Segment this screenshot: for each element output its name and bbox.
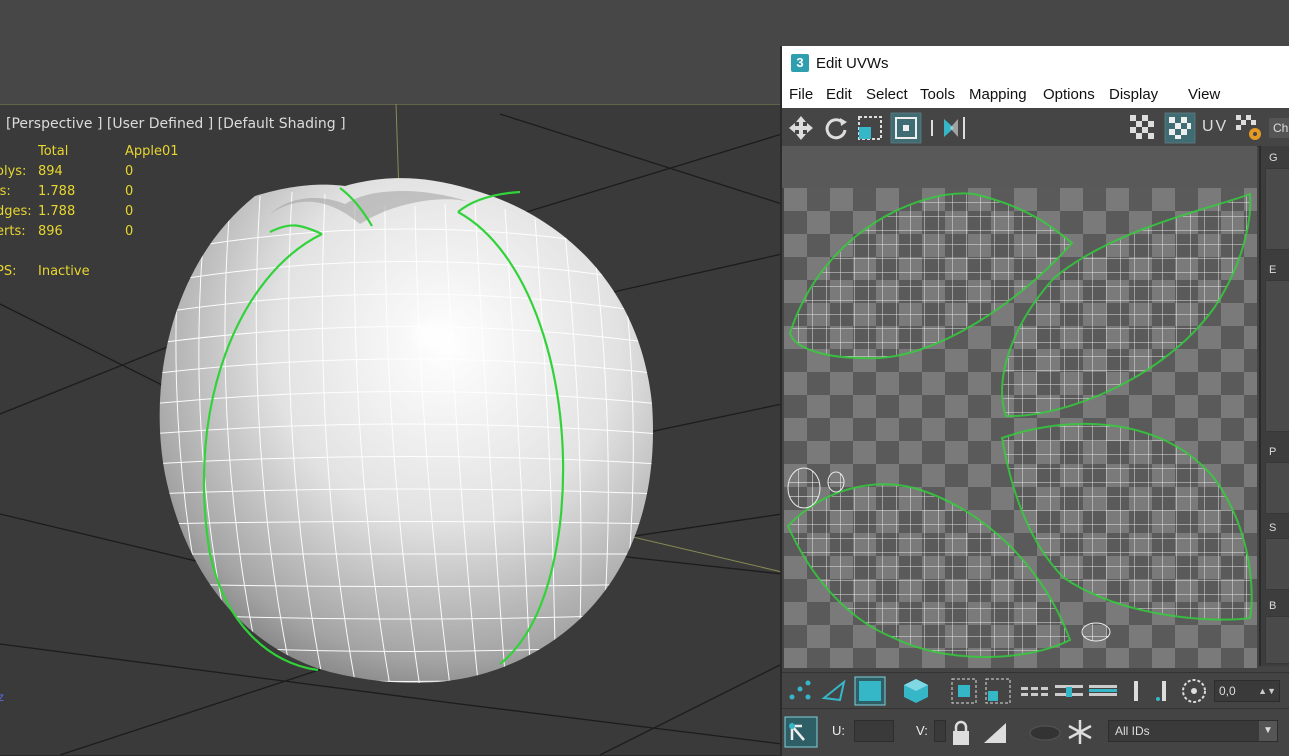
show-hidden-edges-icon[interactable] (1028, 723, 1062, 743)
menu-file[interactable]: File (789, 86, 813, 103)
vertex-mode-icon[interactable] (788, 679, 814, 703)
soft-selection-icon[interactable] (1180, 677, 1208, 705)
stats-total-tris: 1.788 (38, 184, 76, 199)
stats-object-edges: 0 (125, 204, 134, 219)
uv-mode-label[interactable]: UV (1202, 118, 1228, 136)
scale-icon[interactable] (856, 114, 884, 142)
v-coordinate-field[interactable] (934, 720, 946, 742)
rollout-header-3[interactable]: P (1269, 446, 1276, 458)
coordinates-toolbar: U: V: All IDs ▼ (782, 708, 1289, 756)
paint-select-icon[interactable] (1154, 679, 1174, 703)
perspective-viewport[interactable]: [Perspective ] [User Defined ] [Default … (0, 104, 782, 755)
stats-total-edges: 1.788 (38, 204, 76, 219)
soft-selection-value-text: 0,0 (1219, 684, 1236, 698)
uv-shell-small-1[interactable] (787, 467, 821, 509)
stats-object-polys: 0 (125, 164, 134, 179)
soft-selection-value[interactable]: 0,0 ▲▼ (1214, 680, 1280, 702)
stats-object-verts: 0 (125, 224, 134, 239)
stats-label-fps: PS: (0, 264, 17, 279)
stats-object-tris: 0 (125, 184, 134, 199)
uv-layout (784, 188, 1257, 668)
uv-shell-small-2[interactable] (827, 471, 845, 493)
uv-editor-strip (782, 146, 1257, 188)
stats-label-tris: is: (0, 184, 11, 199)
menu-view[interactable]: View (1188, 86, 1220, 103)
u-coordinate-label: U: (832, 723, 845, 738)
ring-select-icon[interactable] (1020, 681, 1050, 701)
freeform-icon[interactable] (890, 112, 922, 144)
stats-label-polys: olys: (0, 164, 27, 179)
menu-display[interactable]: Display (1109, 86, 1158, 103)
rollout-header-1[interactable]: G (1269, 152, 1278, 164)
menu-mapping[interactable]: Mapping (969, 86, 1027, 103)
rollout-header-2[interactable]: E (1269, 264, 1276, 276)
edit-uvws-window[interactable]: 3 Edit UVWs File Edit Select Tools Mappi… (780, 46, 1289, 756)
loop-select-icon[interactable] (1088, 681, 1118, 701)
v-coordinate-label: V: (916, 723, 928, 738)
material-id-value: All IDs (1115, 724, 1150, 738)
rollout-panel: G E P S B (1259, 146, 1289, 666)
stats-header-object: Apple01 (125, 144, 179, 159)
apple-mesh[interactable] (150, 178, 660, 688)
checker-settings-icon[interactable] (1234, 113, 1264, 143)
move-icon[interactable] (787, 114, 815, 142)
rollout-box-4 (1265, 538, 1289, 590)
menu-edit[interactable]: Edit (826, 86, 852, 103)
viewport-scene (0, 104, 782, 755)
freeze-icon[interactable] (1066, 718, 1094, 746)
uv-editor-canvas[interactable] (784, 188, 1257, 668)
menu-tools[interactable]: Tools (920, 86, 955, 103)
rollout-box-5 (1265, 616, 1289, 664)
ring-grow-icon[interactable] (1054, 681, 1084, 701)
stats-fps-value: Inactive (38, 264, 90, 279)
window-titlebar[interactable]: 3 Edit UVWs (782, 46, 1289, 82)
lock-icon[interactable] (950, 719, 972, 747)
rollout-box-1 (1265, 168, 1289, 250)
face-mode-icon[interactable] (854, 676, 886, 706)
stats-total-polys: 894 (38, 164, 63, 179)
stats-header-total: Total (38, 144, 69, 159)
grow-selection-icon[interactable] (950, 677, 978, 705)
checker-pattern-icon[interactable] (1128, 113, 1158, 143)
rotate-icon[interactable] (822, 114, 850, 142)
rollout-header-5[interactable]: B (1269, 600, 1276, 612)
u-coordinate-field[interactable] (854, 720, 894, 742)
menu-select[interactable]: Select (866, 86, 908, 103)
weld-threshold-icon[interactable] (982, 719, 1010, 747)
mirror-icon[interactable] (930, 114, 970, 142)
selection-toolbar: 0,0 ▲▼ (782, 672, 1289, 709)
dropdown-arrow-icon[interactable]: ▼ (1259, 721, 1277, 741)
spinner-arrows-icon[interactable]: ▲▼ (1258, 681, 1276, 701)
stats-label-verts: erts: (0, 224, 26, 239)
app-logo-icon: 3 (791, 54, 809, 72)
material-id-dropdown[interactable]: All IDs ▼ (1108, 720, 1278, 742)
menu-options[interactable]: Options (1043, 86, 1095, 103)
checker-dropdown[interactable]: Ch (1269, 118, 1289, 138)
loop-grow-icon[interactable] (1126, 679, 1146, 703)
uv-toolbar: UV Ch (782, 108, 1289, 147)
show-map-icon[interactable] (1164, 112, 1196, 144)
rollout-box-2 (1265, 280, 1289, 432)
edge-mode-icon[interactable] (820, 678, 848, 704)
stats-label-edges: dges: (0, 204, 32, 219)
axis-gizmo-z: z (0, 690, 4, 704)
stats-total-verts: 896 (38, 224, 63, 239)
rollout-header-4[interactable]: S (1269, 522, 1276, 534)
uv-shell-small-3[interactable] (1081, 622, 1111, 642)
transform-mode-icon[interactable] (784, 716, 818, 748)
rollout-box-3 (1265, 462, 1289, 514)
menu-bar: File Edit Select Tools Mapping Options D… (782, 82, 1289, 109)
shrink-selection-icon[interactable] (984, 677, 1012, 705)
element-mode-icon[interactable] (902, 677, 930, 705)
viewport-label[interactable]: [Perspective ] [User Defined ] [Default … (6, 116, 346, 132)
window-title: Edit UVWs (816, 55, 889, 72)
